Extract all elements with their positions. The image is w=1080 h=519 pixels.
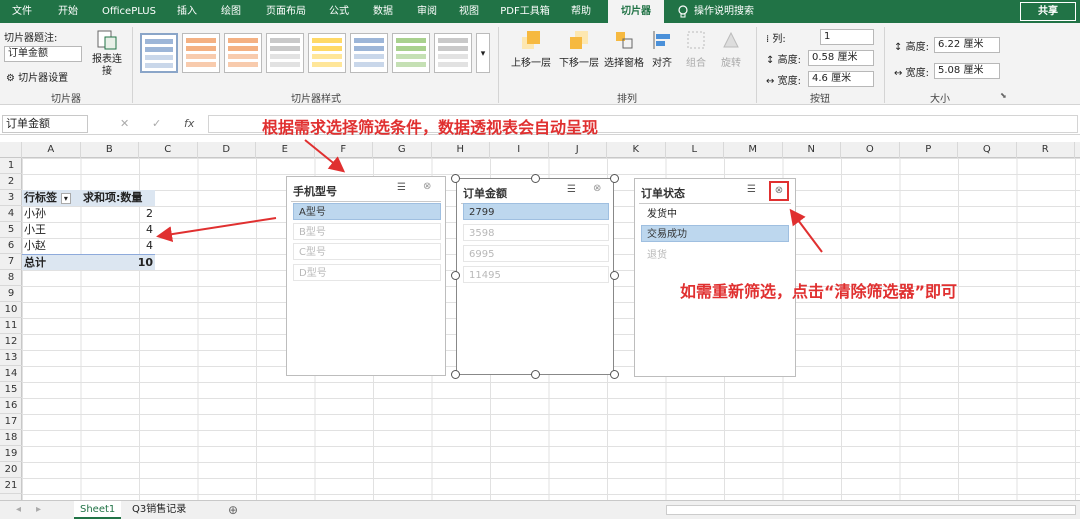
scroll-left-icon[interactable]: ◂ (10, 501, 27, 519)
add-sheet-icon[interactable]: ⊕ (222, 501, 244, 519)
annotation-arrows (156, 139, 823, 253)
sheet-tab[interactable]: Q3销售记录 (126, 501, 192, 519)
sheet-tab[interactable]: Sheet1 (74, 501, 122, 519)
sheet-tab-bar: ◂ ▸ Sheet1 Q3销售记录 ⊕ (0, 500, 1080, 519)
scroll-right-icon[interactable]: ▸ (30, 501, 47, 519)
horizontal-scrollbar[interactable] (666, 505, 1076, 515)
